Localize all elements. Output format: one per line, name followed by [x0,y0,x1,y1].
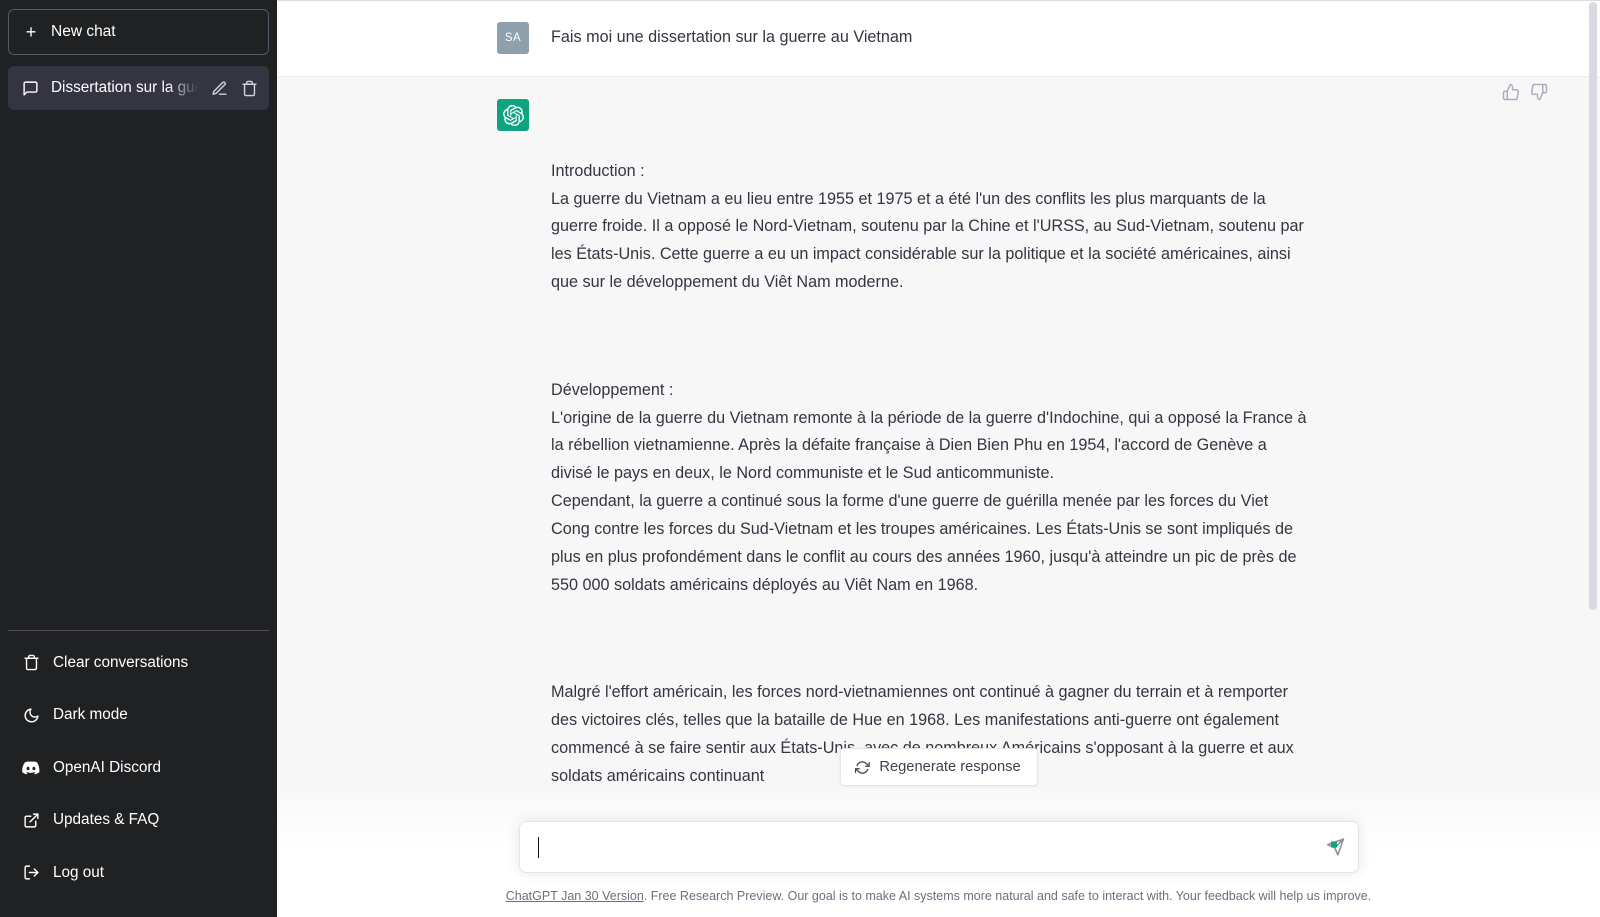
discord-icon [22,761,40,775]
assistant-paragraph: Introduction : La guerre du Vietnam a eu… [551,161,1304,292]
moon-icon [22,707,40,724]
sidebar-item-clear-conversations[interactable]: Clear conversations [8,637,269,690]
new-chat-button[interactable]: + New chat [8,9,269,55]
plus-icon: + [25,22,37,42]
assistant-message-text: Introduction : La guerre du Vietnam a eu… [551,99,1311,846]
delete-icon[interactable] [241,80,258,97]
openai-logo-icon [497,99,529,131]
version-link[interactable]: ChatGPT Jan 30 Version [506,889,644,903]
thumbs-up-icon[interactable] [1502,83,1520,101]
conversation-title: Dissertation sur la guerre au Vietnam [51,79,199,96]
regenerate-response-label: Regenerate response [879,759,1021,775]
scrollbar[interactable] [1586,0,1600,917]
edit-icon[interactable] [211,80,228,97]
sidebar-footer: Clear conversations Dark mode OpenAI Dis… [8,629,269,910]
avatar: SA [497,22,529,54]
sidebar-item-label: Dark mode [53,706,128,724]
external-link-icon [22,812,40,829]
footer-disclaimer: ChatGPT Jan 30 Version. Free Research Pr… [506,889,1371,903]
sidebar-item-label: Clear conversations [53,653,189,671]
send-button[interactable] [1326,838,1345,857]
text-caret [537,836,540,858]
send-status-dot [1330,841,1337,848]
chatgpt-app: + New chat Dissertation sur la guerre au… [0,0,1600,917]
trash-icon [22,654,40,671]
message-input[interactable] [518,821,1359,873]
refresh-icon [854,760,870,775]
regenerate-response-button[interactable]: Regenerate response [839,748,1038,786]
assistant-paragraph: Développement : L'origine de la guerre d… [551,380,1307,594]
sidebar-item-log-out[interactable]: Log out [8,847,269,900]
scrollbar-thumb[interactable] [1589,2,1597,610]
composer-area: ChatGPT Jan 30 Version. Free Research Pr… [277,821,1600,917]
message-bubble-icon [22,80,39,97]
new-chat-label: New chat [51,23,116,40]
user-message-text: Fais moi une dissertation sur la guerre … [551,28,913,46]
sidebar-item-openai-discord[interactable]: OpenAI Discord [8,742,269,795]
conversation-item-active[interactable]: Dissertation sur la guerre au Vietnam [8,66,269,110]
sidebar-item-label: Log out [53,863,105,881]
sidebar-item-label: OpenAI Discord [53,758,161,776]
sidebar: + New chat Dissertation sur la guerre au… [0,0,277,917]
sidebar-item-updates-faq[interactable]: Updates & FAQ [8,794,269,847]
chat-main: SA Fais moi une dissertation sur la guer… [277,0,1600,917]
conversation-list: Dissertation sur la guerre au Vietnam [8,66,269,110]
sidebar-item-dark-mode[interactable]: Dark mode [8,689,269,742]
disclaimer-text: . Free Research Preview. Our goal is to … [643,889,1372,903]
sidebar-item-label: Updates & FAQ [53,811,160,829]
conversation-actions [211,80,258,97]
message-feedback [1502,83,1548,101]
logout-icon [22,864,40,881]
user-message: SA Fais moi une dissertation sur la guer… [277,0,1600,77]
thumbs-down-icon[interactable] [1530,83,1548,101]
